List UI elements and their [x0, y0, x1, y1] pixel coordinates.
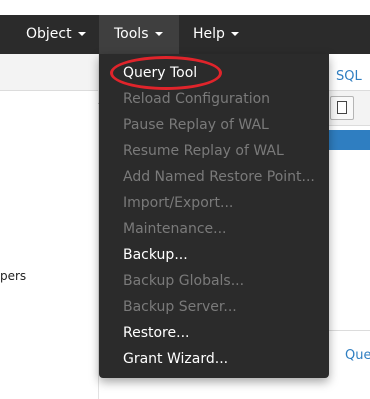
menu-item-pause-replay-wal[interactable]: Pause Replay of WAL — [123, 112, 269, 138]
menu-help[interactable]: Help — [193, 15, 239, 54]
menu-item-resume-replay-wal[interactable]: Resume Replay of WAL — [123, 138, 284, 164]
query-tab-link[interactable]: Que — [345, 348, 370, 363]
menu-help-label: Help — [193, 26, 225, 42]
menu-object-label: Object — [26, 26, 72, 42]
menu-item-reload-configuration[interactable]: Reload Configuration — [123, 86, 270, 112]
divider — [328, 330, 370, 331]
menu-item-import-export[interactable]: Import/Export... — [123, 190, 233, 216]
menu-item-query-tool[interactable]: Query Tool — [123, 60, 197, 86]
caret-down-icon — [77, 32, 86, 36]
left-tab-bar — [0, 54, 98, 91]
paste-icon — [337, 101, 347, 114]
menu-item-backup-server[interactable]: Backup Server... — [123, 294, 237, 320]
top-menubar: Object Tools Help — [0, 0, 370, 54]
menu-item-maintenance[interactable]: Maintenance... — [123, 216, 227, 242]
menu-item-restore[interactable]: Restore... — [123, 320, 189, 346]
left-panel — [0, 54, 99, 399]
menu-item-grant-wizard[interactable]: Grant Wizard... — [123, 346, 228, 372]
menu-item-backup[interactable]: Backup... — [123, 242, 188, 268]
menu-object[interactable]: Object — [26, 15, 86, 54]
menu-item-backup-globals[interactable]: Backup Globals... — [123, 268, 244, 294]
selected-row-bar — [328, 130, 370, 150]
sql-tab-link[interactable]: SQL — [336, 69, 362, 84]
tools-dropdown-menu: Query Tool Reload Configuration Pause Re… — [99, 54, 329, 378]
caret-down-icon — [230, 32, 239, 36]
menu-tools-label: Tools — [114, 26, 149, 42]
menu-tools[interactable]: Tools — [99, 15, 179, 54]
paste-button[interactable] — [330, 96, 354, 120]
caret-down-icon — [154, 32, 163, 36]
menu-item-add-named-restore-point[interactable]: Add Named Restore Point... — [123, 164, 315, 190]
top-strip — [0, 0, 370, 15]
tree-item-text[interactable]: pers — [0, 269, 26, 283]
